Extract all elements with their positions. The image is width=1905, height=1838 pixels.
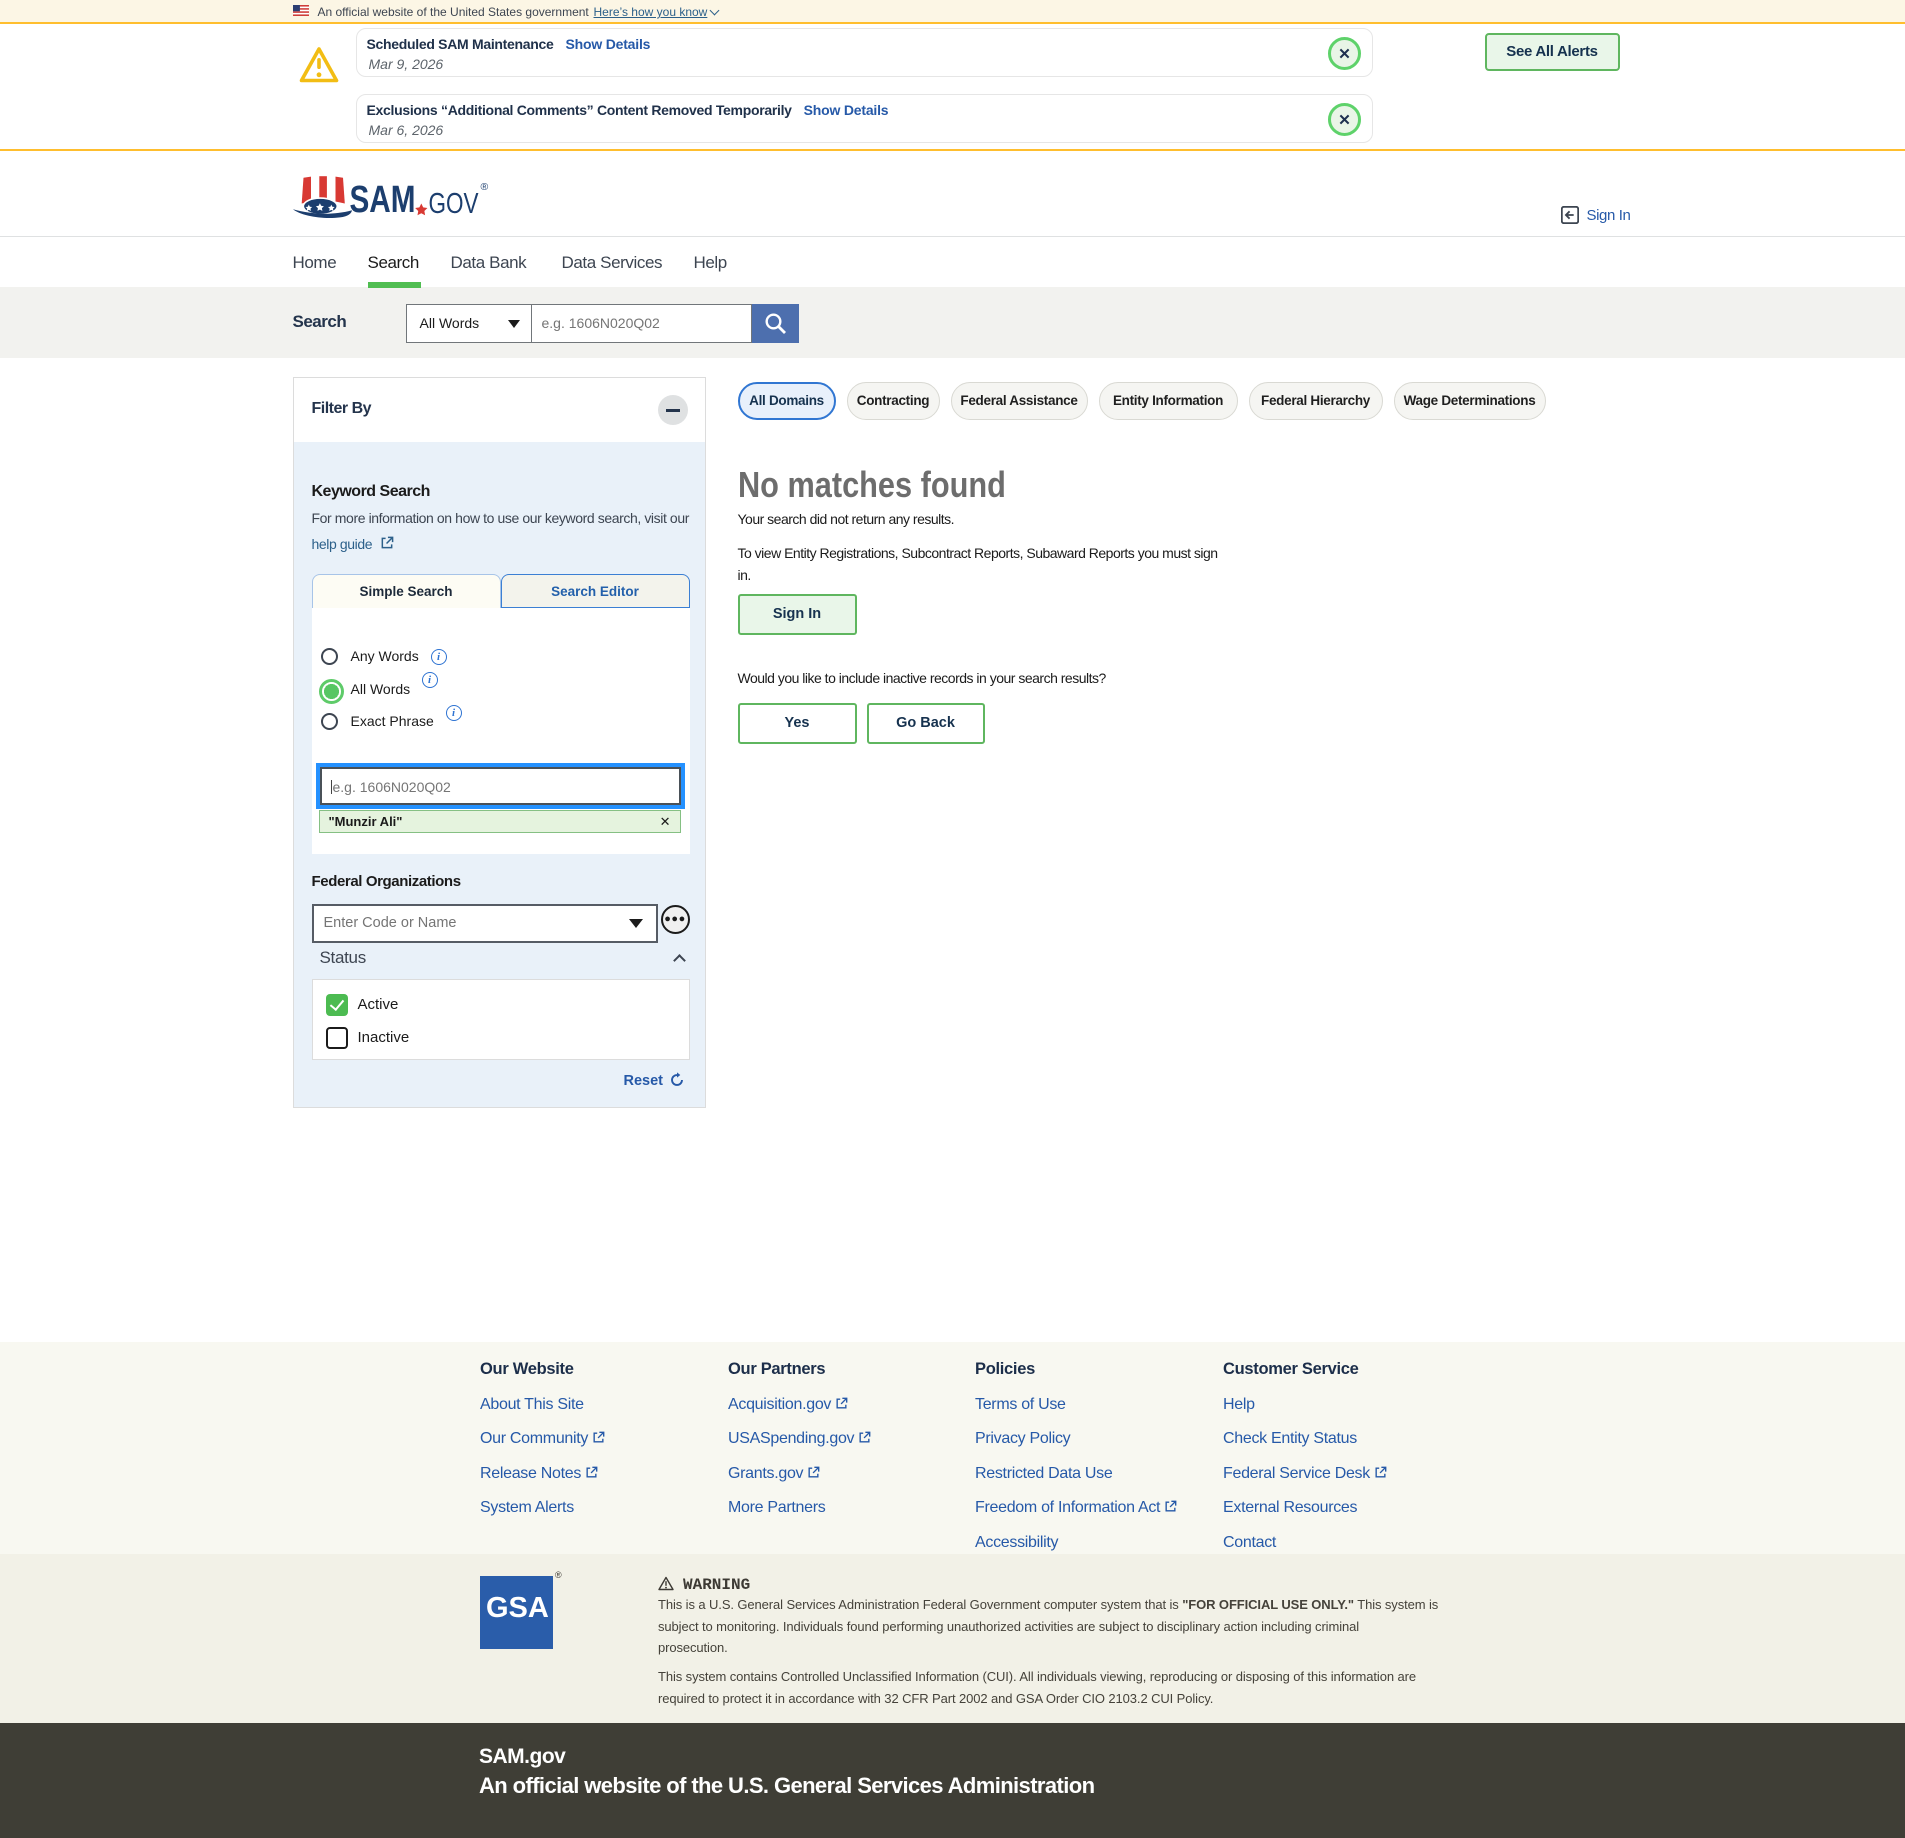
svg-text:SAM: SAM <box>349 179 415 221</box>
svg-text:®: ® <box>480 181 488 193</box>
svg-text:GOV: GOV <box>428 188 479 220</box>
